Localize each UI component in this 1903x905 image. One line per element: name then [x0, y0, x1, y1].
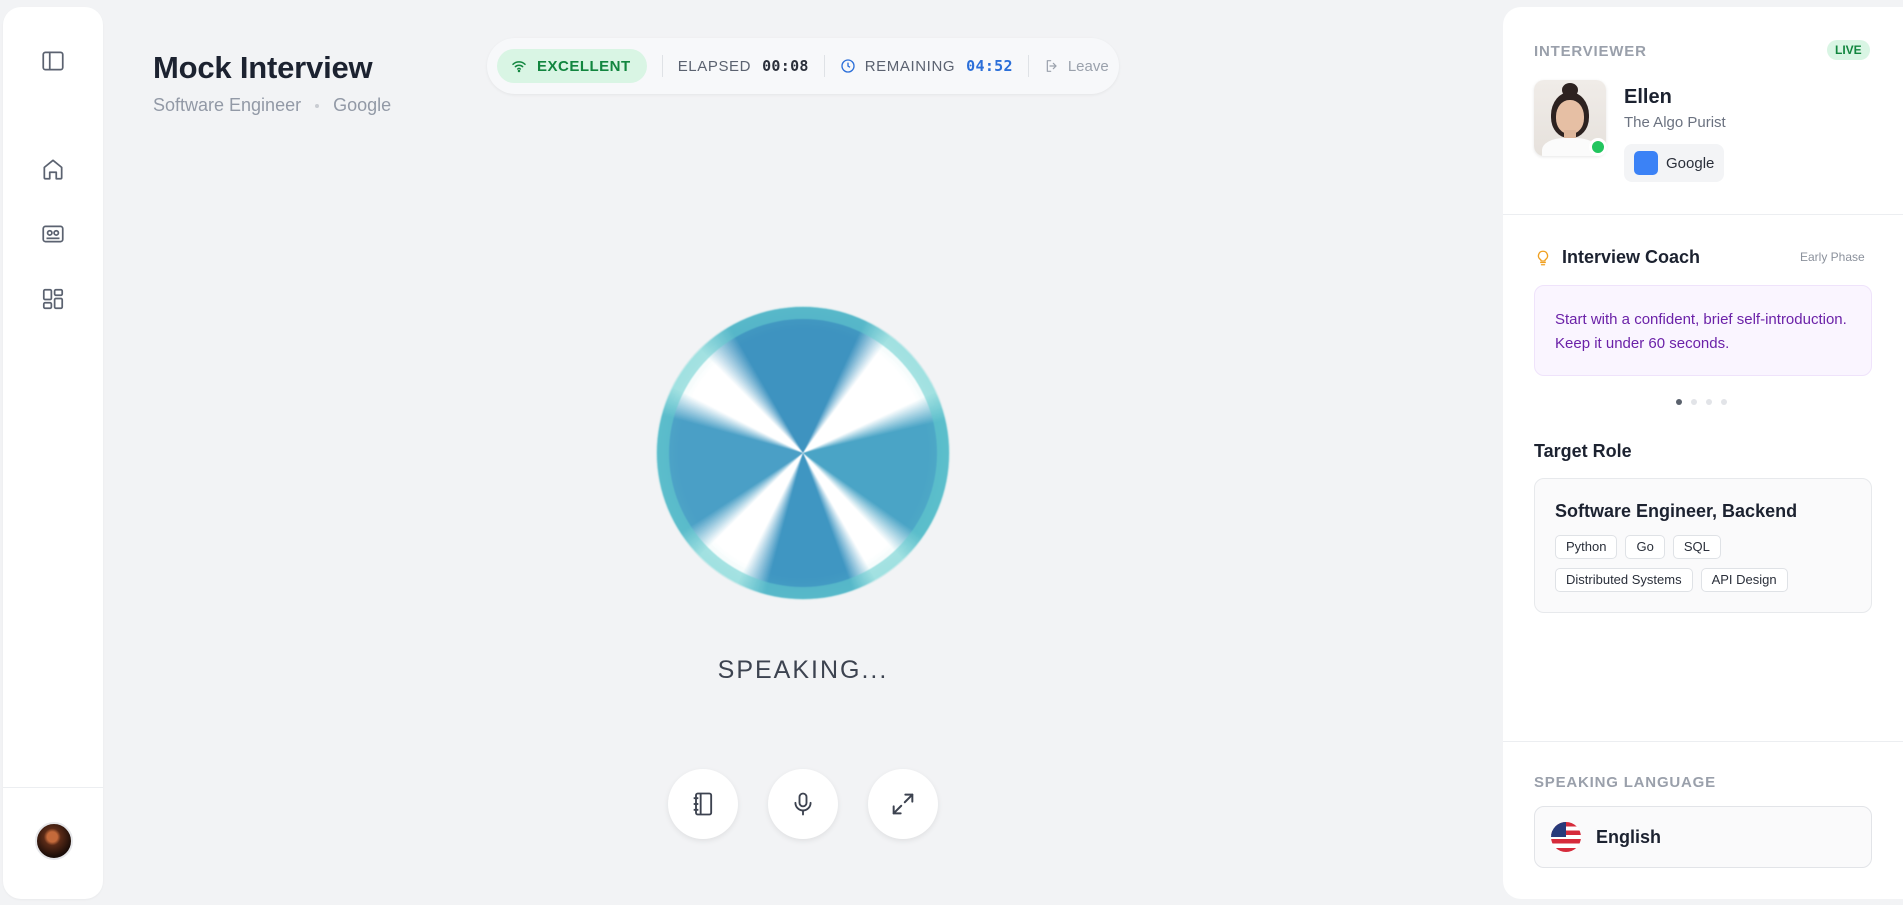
elapsed-value: 00:08 [762, 57, 809, 75]
lightbulb-icon [1537, 250, 1549, 265]
coach-header: Interview Coach [1534, 247, 1700, 268]
sidebar-toggle-icon [42, 51, 64, 71]
elapsed-label: ELAPSED [677, 57, 752, 75]
interview-card-icon [42, 225, 64, 243]
interviewer-section-label: INTERVIEWER [1534, 43, 1647, 60]
company-logo-icon [1634, 151, 1658, 175]
online-indicator [1589, 138, 1607, 156]
language-value: English [1596, 826, 1662, 847]
status-separator [823, 55, 825, 77]
pagination-dot[interactable] [1691, 399, 1697, 405]
live-badge: LIVE [1827, 40, 1870, 60]
skill-tag: Python [1555, 535, 1618, 559]
connection-quality-badge: EXCELLENT [497, 49, 647, 83]
target-role-card: Software Engineer, Backend Python Go SQL… [1534, 478, 1872, 613]
interviewer-company-chip: Google [1624, 144, 1725, 182]
exit-icon [1046, 60, 1057, 72]
coach-tip-card: Start with a confident, brief self-intro… [1534, 285, 1872, 376]
coach-tip-pagination [1676, 399, 1727, 405]
language-selector[interactable]: English [1534, 806, 1872, 868]
clock-icon [841, 59, 855, 73]
skill-tag: Go [1625, 535, 1665, 559]
fullscreen-button[interactable] [868, 769, 938, 839]
microphone-button[interactable] [768, 769, 838, 839]
skill-tag: API Design [1700, 568, 1788, 592]
connection-quality-label: EXCELLENT [537, 57, 631, 75]
subtitle-separator [315, 103, 320, 108]
page-subtitle: Software Engineer Google [153, 95, 391, 116]
session-status-bar: EXCELLENT ELAPSED 00:08 REMAINING 04:52 … [487, 38, 1119, 94]
coach-title: Interview Coach [1562, 247, 1701, 267]
panel-divider [1503, 214, 1903, 215]
skill-tags: Python Go SQL Distributed Systems API De… [1555, 535, 1855, 592]
nav-dashboard[interactable] [37, 283, 69, 315]
speaking-status: SPEAKING... [717, 656, 889, 684]
remaining-timer: REMAINING 04:52 [840, 57, 1013, 75]
leave-label: Leave [1067, 57, 1109, 75]
pagination-dot[interactable] [1721, 399, 1727, 405]
interviewer-name: Ellen [1624, 86, 1672, 108]
wifi-icon [512, 61, 526, 73]
pagination-dot[interactable] [1706, 399, 1712, 405]
subtitle-company: Google [333, 95, 392, 115]
voice-visualizer-orb [657, 307, 949, 599]
user-avatar[interactable] [35, 822, 73, 860]
microphone-icon [794, 792, 812, 816]
sidebar-divider [3, 787, 103, 788]
page-title: Mock Interview [153, 50, 373, 85]
left-sidebar [3, 7, 103, 899]
nav-home[interactable] [37, 153, 69, 185]
remaining-label: REMAINING [864, 57, 956, 75]
skill-tag: Distributed Systems [1555, 568, 1693, 592]
us-flag-icon [1551, 822, 1581, 852]
notebook-icon [693, 792, 713, 816]
nav-interviews[interactable] [37, 218, 69, 250]
home-icon [43, 159, 63, 180]
skill-tag: SQL [1672, 535, 1721, 559]
subtitle-role: Software Engineer [153, 95, 302, 115]
coach-phase: Early Phase [1800, 250, 1865, 264]
target-role-name: Software Engineer, Backend [1555, 501, 1798, 521]
remaining-value: 04:52 [966, 57, 1013, 75]
status-separator [1027, 55, 1029, 77]
panel-divider [1503, 741, 1903, 742]
sidebar-toggle-button[interactable] [37, 45, 69, 77]
interviewer-company: Google [1666, 154, 1715, 172]
status-separator [661, 55, 663, 77]
pagination-dot[interactable] [1676, 399, 1682, 405]
expand-icon [892, 793, 914, 815]
interviewer-persona: The Algo Purist [1624, 114, 1726, 131]
leave-button[interactable]: Leave [1044, 58, 1109, 75]
dashboard-icon [42, 288, 64, 310]
language-section-label: SPEAKING LANGUAGE [1534, 774, 1716, 791]
target-role-heading: Target Role [1534, 441, 1632, 461]
elapsed-timer: ELAPSED 00:08 [678, 57, 809, 75]
notes-button[interactable] [668, 769, 738, 839]
